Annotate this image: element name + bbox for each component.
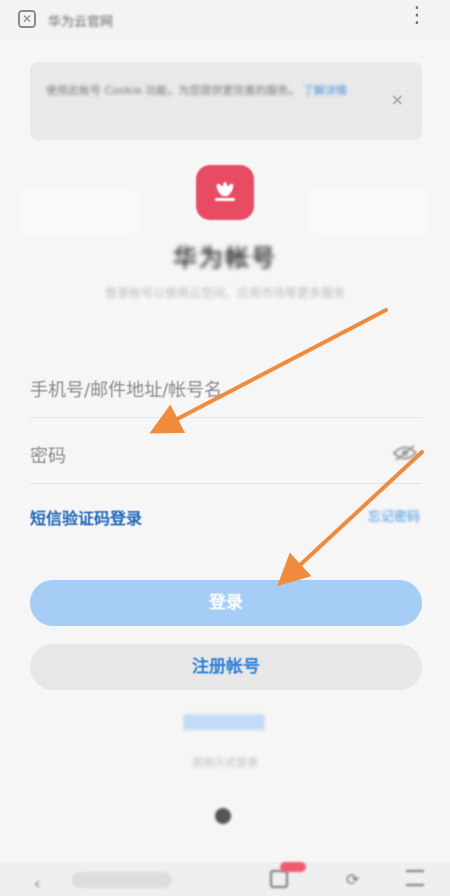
notice-text: 使用此帐号 Cookie 功能，为您提供更完善的服务。 了解详情 <box>46 82 366 100</box>
more-icon[interactable]: ⋮ <box>406 5 428 27</box>
brand-title: 华为帐号 <box>173 244 277 272</box>
tabs-icon[interactable] <box>270 870 288 888</box>
browser-bottom-bar: ‹ ⟳ <box>0 862 450 896</box>
refresh-icon[interactable]: ⟳ <box>346 870 359 889</box>
other-login-icon[interactable] <box>215 808 231 824</box>
watermark-right-icon: ▒▒▒▒ <box>310 190 427 234</box>
notice-close-icon[interactable]: × <box>391 90 404 109</box>
address-field[interactable] <box>72 872 172 888</box>
password-field[interactable]: 密码 <box>30 424 422 484</box>
password-placeholder: 密码 <box>30 446 66 467</box>
page-title: 华为云官网 <box>48 15 114 30</box>
notice-body: 使用此帐号 Cookie 功能，为您提供更完善的服务。 <box>46 84 300 97</box>
login-label: 登录 <box>209 593 243 613</box>
top-bar: ✕ 华为云官网 ⋮ <box>0 0 450 40</box>
cookie-notice: 使用此帐号 Cookie 功能，为您提供更完善的服务。 了解详情 × <box>30 62 422 140</box>
back-icon[interactable]: ‹ <box>34 874 40 893</box>
menu-icon[interactable] <box>406 870 424 886</box>
badge-icon <box>280 862 306 872</box>
huawei-logo-icon <box>196 165 254 220</box>
other-login-text: 其他方式登录 <box>192 756 258 769</box>
register-button[interactable]: 注册帐号 <box>30 644 422 690</box>
brand-subtitle: 登录帐号以使用云空间、应用市场等更多服务 <box>104 286 345 300</box>
account-placeholder: 手机号/邮件地址/帐号名 <box>30 380 223 401</box>
eye-icon[interactable] <box>392 444 418 462</box>
close-icon[interactable]: ✕ <box>18 10 36 28</box>
login-button[interactable]: 登录 <box>30 580 422 626</box>
watermark-left-icon: ▒▒▒▒ <box>20 190 137 234</box>
other-login-link[interactable] <box>183 714 265 730</box>
notice-link[interactable]: 了解详情 <box>303 84 347 97</box>
register-label: 注册帐号 <box>192 657 260 677</box>
flower-icon <box>215 182 235 201</box>
sms-login-link[interactable]: 短信验证码登录 <box>30 505 142 529</box>
account-field[interactable]: 手机号/邮件地址/帐号名 <box>30 358 422 418</box>
forgot-password-link[interactable]: 忘记密码 <box>368 506 420 525</box>
